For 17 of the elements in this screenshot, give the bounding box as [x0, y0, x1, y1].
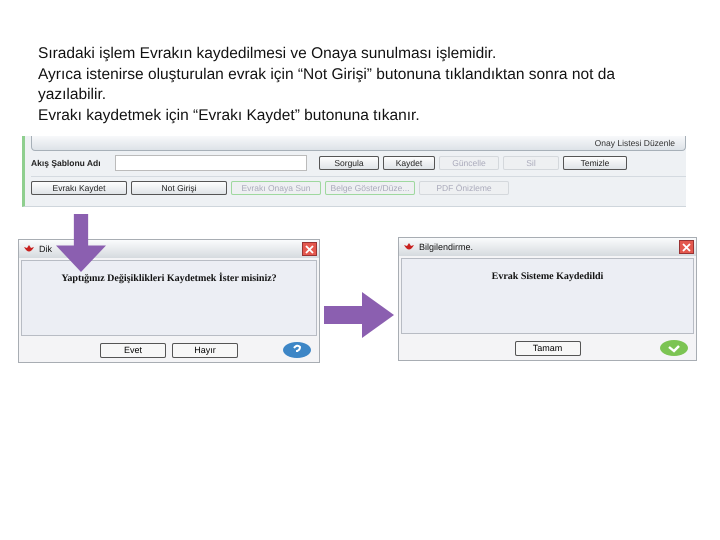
action-button[interactable]: Not Girişi [131, 181, 227, 195]
action-button[interactable]: Evrakı Kaydet [31, 181, 127, 195]
field-label: Akış Şablonu Adı [31, 158, 102, 168]
paragraph: Ayrıca istenirse oluşturulan evrak için “Not Girişi” butonuna tıklandıktan sonra not da yazılabilir. [38, 64, 616, 105]
paragraph: Sıradaki işlem Evrakın kaydedilmesi ve Onaya sunulması işlemidir. [38, 44, 498, 64]
toolbar-button[interactable]: Sorgula [319, 156, 379, 170]
toolbar-button[interactable]: Kaydet [383, 156, 435, 170]
dialog-message: Yaptığınız Değişiklikleri Kaydetmek İster misiniz? [61, 273, 277, 286]
approval-list-link[interactable]: Onay Listesi Düzenle [594, 138, 675, 148]
dialog-button[interactable]: Tamam [514, 340, 580, 356]
dialog-message: Evrak Sisteme Kaydedildi [492, 271, 604, 284]
dialog-title: Bilgilendirme. [419, 242, 474, 252]
paragraph: Evrakı kaydetmek için “Evrakı Kaydet” butonuna tıkanır. [38, 106, 421, 126]
toolbar-button[interactable]: Temizle [563, 156, 627, 170]
dialog-button[interactable]: Hayır [172, 342, 238, 358]
dialog-button[interactable]: Evet [100, 342, 166, 358]
dialog-title: Dik [39, 244, 53, 254]
